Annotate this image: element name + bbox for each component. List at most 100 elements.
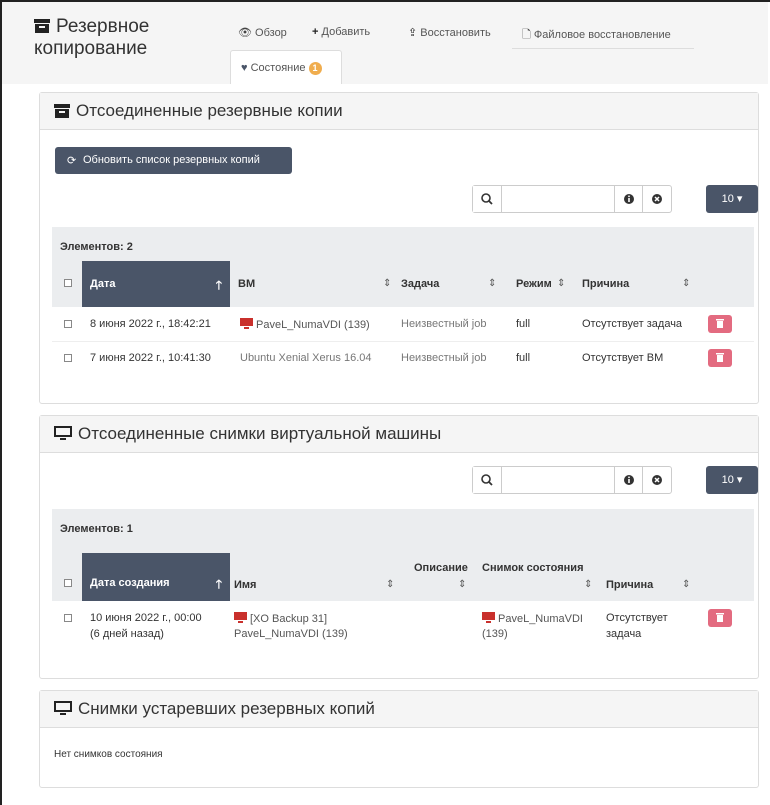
row-name-label: [XO Backup 31] bbox=[250, 613, 328, 625]
row-job: Неизвестный job bbox=[401, 318, 487, 330]
row-vm-label: PaveL_NumaVDI (139) bbox=[256, 319, 370, 331]
info-icon[interactable] bbox=[614, 467, 643, 493]
column-date[interactable]: Дата 🡑 bbox=[82, 261, 230, 307]
panel-heading: Отсоединенные резервные копии bbox=[40, 93, 758, 130]
sort-icon: ⇕ bbox=[682, 278, 691, 289]
column-reason[interactable]: Причина bbox=[582, 278, 629, 290]
column-vm[interactable]: ВМ bbox=[238, 278, 255, 290]
row-job: Неизвестный job bbox=[401, 352, 487, 364]
status-badge: 1 bbox=[308, 62, 322, 75]
detached-backups-panel: Отсоединенные резервные копии ⟳ Обновить… bbox=[39, 92, 759, 404]
tab-restore[interactable]: ⇪ Восстановить bbox=[408, 26, 491, 39]
table-row: 8 июня 2022 г., 18:42:21 PaveL_NumaVDI (… bbox=[52, 307, 754, 342]
sort-icon: ⇕ bbox=[584, 579, 593, 590]
tab-status[interactable]: ♥ Состояние 1 bbox=[230, 50, 342, 84]
row-date-relative: (6 дней назад) bbox=[90, 628, 164, 640]
caret-down-icon: ▾ bbox=[736, 193, 743, 205]
row-reason: Отсутствует bbox=[606, 612, 668, 624]
column-job[interactable]: Задача bbox=[401, 278, 439, 290]
desktop-icon bbox=[240, 318, 253, 329]
eye-icon: 👁︎ bbox=[238, 27, 252, 39]
page-size-value: 10 bbox=[721, 474, 734, 486]
row-vm[interactable]: PaveL_NumaVDI (139) bbox=[240, 318, 370, 331]
detached-snapshots-panel: Отсоединенные снимки виртуальной машины … bbox=[39, 415, 759, 679]
row-reason: Отсутствует ВМ bbox=[582, 352, 664, 364]
desktop-icon bbox=[482, 612, 495, 623]
row-date: 7 июня 2022 г., 10:41:30 bbox=[90, 352, 211, 364]
row-checkbox[interactable] bbox=[64, 614, 72, 622]
page-size-select[interactable]: 10 ▾ bbox=[706, 466, 758, 494]
desktop-icon bbox=[54, 418, 72, 454]
refresh-button-label: Обновить список резервных копий bbox=[83, 154, 260, 166]
panel-title: Снимки устаревших резервных копий bbox=[78, 699, 375, 718]
column-reason[interactable]: Причина bbox=[606, 579, 653, 591]
row-name: [XO Backup 31] bbox=[234, 612, 327, 625]
refresh-icon: ⟳ bbox=[67, 155, 77, 167]
row-snapshot[interactable]: PaveL_NumaVDI bbox=[482, 612, 583, 625]
row-checkbox[interactable] bbox=[64, 354, 72, 362]
column-date-label: Дата bbox=[90, 278, 116, 290]
row-date: 10 июня 2022 г., 00:00 bbox=[90, 612, 202, 624]
select-all-checkbox[interactable] bbox=[64, 579, 72, 587]
snapshots-table: Элементов: 1 Дата создания 🡑 Имя ⇕ Описа… bbox=[52, 509, 754, 669]
clear-search-icon[interactable] bbox=[642, 467, 671, 493]
row-snapshot-id: (139) bbox=[482, 628, 508, 640]
page-title: Резервное копирование bbox=[34, 16, 149, 60]
row-mode: full bbox=[516, 352, 531, 364]
search-input[interactable] bbox=[503, 469, 617, 491]
sort-up-icon: 🡑 bbox=[215, 278, 222, 292]
table-header: Элементов: 1 Дата создания 🡑 Имя ⇕ Описа… bbox=[52, 509, 754, 601]
delete-button[interactable] bbox=[708, 315, 732, 333]
items-count: Элементов: 2 bbox=[60, 241, 133, 253]
plus-icon: + bbox=[312, 26, 319, 38]
select-all-checkbox[interactable] bbox=[64, 279, 72, 287]
refresh-backups-button[interactable]: ⟳ Обновить список резервных копий bbox=[55, 147, 292, 174]
empty-state-text: Нет снимков состояния bbox=[54, 749, 163, 760]
search-icon bbox=[473, 186, 502, 212]
tab-add-label: Добавить bbox=[321, 26, 371, 38]
column-snapshot[interactable]: Снимок состояния bbox=[482, 562, 584, 574]
sort-icon: ⇕ bbox=[458, 579, 467, 590]
info-icon[interactable] bbox=[614, 186, 643, 212]
row-mode: full bbox=[516, 318, 531, 330]
desktop-icon bbox=[54, 693, 72, 729]
backups-search-group bbox=[472, 185, 672, 213]
tab-add[interactable]: + Добавить bbox=[312, 26, 370, 38]
column-created-date[interactable]: Дата создания 🡑 bbox=[82, 553, 230, 601]
row-checkbox[interactable] bbox=[64, 320, 72, 328]
panel-heading: Снимки устаревших резервных копий bbox=[40, 691, 758, 728]
row-date: 8 июня 2022 г., 18:42:21 bbox=[90, 318, 211, 330]
panel-heading: Отсоединенные снимки виртуальной машины bbox=[40, 416, 758, 453]
sort-icon: ⇕ bbox=[488, 278, 497, 289]
delete-button[interactable] bbox=[708, 609, 732, 627]
page-header: Резервное копирование 👁︎ Обзор + Добавит… bbox=[2, 2, 768, 84]
row-name-vm: PaveL_NumaVDI (139) bbox=[234, 628, 348, 640]
table-header: Элементов: 2 Дата 🡑 ВМ ⇕ Задача ⇕ Режим … bbox=[52, 227, 754, 307]
page-size-select[interactable]: 10 ▾ bbox=[706, 185, 758, 213]
archive-icon bbox=[34, 17, 50, 33]
heartbeat-icon: ♥ bbox=[241, 62, 248, 74]
sort-icon: ⇕ bbox=[557, 278, 566, 289]
column-mode[interactable]: Режим bbox=[516, 278, 552, 290]
snapshots-search-group bbox=[472, 466, 672, 494]
tab-overview[interactable]: 👁︎ Обзор bbox=[238, 26, 287, 39]
delete-button[interactable] bbox=[708, 349, 732, 367]
items-count: Элементов: 1 bbox=[60, 523, 133, 535]
column-description[interactable]: Описание bbox=[414, 562, 468, 574]
clear-search-icon[interactable] bbox=[642, 186, 671, 212]
title-line-1: Резервное bbox=[56, 16, 150, 37]
tab-overview-label: Обзор bbox=[255, 27, 287, 39]
archive-icon bbox=[54, 95, 70, 131]
tab-file-restore[interactable]: 🗋︎ Файловое восстановление bbox=[522, 26, 671, 45]
sort-up-icon: 🡑 bbox=[215, 577, 222, 591]
search-input[interactable] bbox=[503, 188, 617, 210]
row-snapshot-label: PaveL_NumaVDI bbox=[498, 613, 583, 625]
row-vm: Ubuntu Xenial Xerus 16.04 bbox=[240, 352, 372, 364]
upload-icon: ⇪ bbox=[408, 27, 418, 39]
sort-icon: ⇕ bbox=[386, 579, 395, 590]
column-name[interactable]: Имя bbox=[234, 579, 256, 591]
tab-divider bbox=[512, 48, 694, 49]
tab-restore-label: Восстановить bbox=[420, 27, 491, 39]
column-created-date-label: Дата создания bbox=[90, 577, 170, 589]
row-reason-cont: задача bbox=[606, 628, 642, 640]
